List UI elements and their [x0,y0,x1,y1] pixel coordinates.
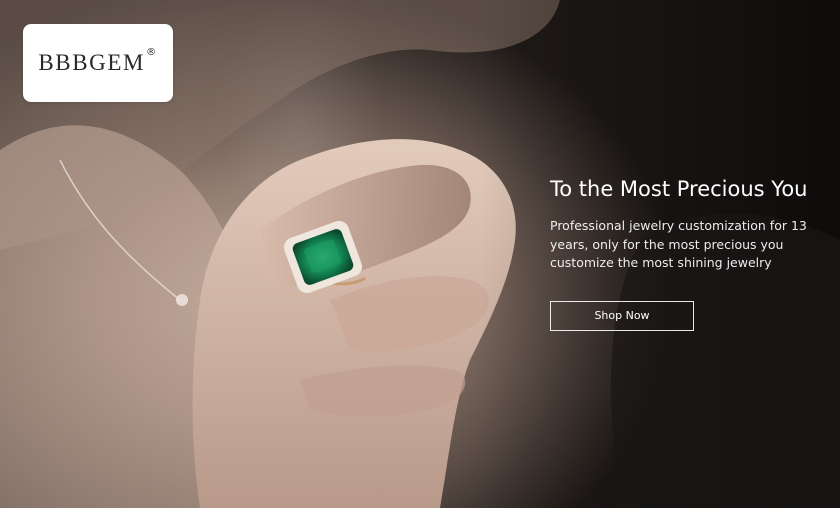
shop-now-button[interactable]: Shop Now [550,300,694,331]
hero-banner: BBBGEM® To the Most Precious You Profess… [0,0,840,508]
brand-logo-text: BBBGEM® [38,47,158,75]
hero-subtitle: Professional jewelry customization for 1… [550,218,807,270]
hero-headline: To the Most Precious You [550,177,808,201]
hero-content: To the Most Precious You Professional je… [550,175,830,331]
brand-logo[interactable]: BBBGEM® [23,24,173,102]
